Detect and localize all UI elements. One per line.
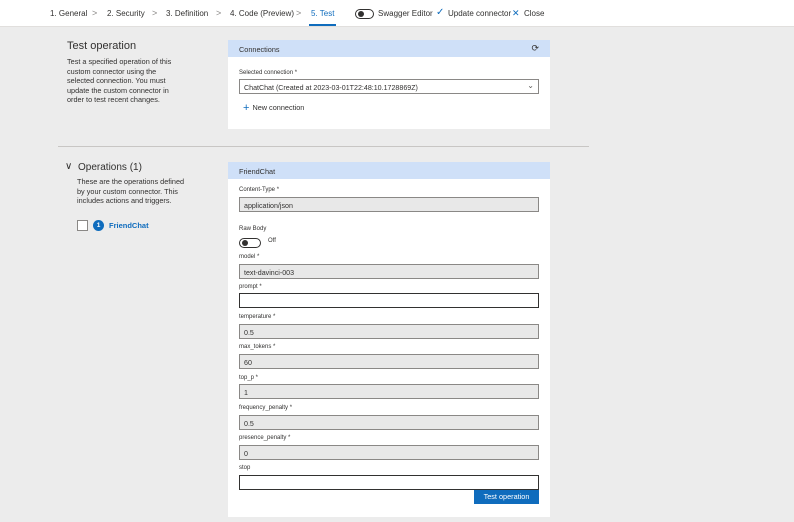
presence-penalty-label: presence_penalty * [239, 435, 291, 441]
test-operation-description: Test a specified operation of this custo… [67, 57, 172, 104]
top-p-label: top_p * [239, 375, 259, 381]
new-connection-button[interactable]: + New connection [243, 102, 304, 114]
close-icon[interactable]: ✕ [512, 8, 520, 19]
top-nav-bar: 1. General > 2. Security > 3. Definition… [0, 0, 794, 27]
active-step-indicator [309, 24, 336, 26]
connections-title: Connections [239, 45, 280, 54]
raw-body-label: Raw Body [239, 226, 267, 232]
operation-friendchat-link[interactable]: FriendChat [109, 221, 149, 230]
raw-body-state: Off [268, 238, 276, 244]
collapse-operations-chevron-icon[interactable]: ∨ [65, 161, 72, 172]
test-operation-button[interactable]: Test operation [474, 490, 539, 504]
operation-checkbox[interactable] [77, 220, 88, 231]
chevron-right-icon: > [92, 8, 98, 18]
step-test[interactable]: 5. Test [311, 9, 334, 18]
close-button[interactable]: Close [524, 9, 544, 18]
prompt-label: prompt * [239, 284, 262, 290]
frequency-penalty-field[interactable]: 0.5 [239, 415, 539, 430]
temperature-field[interactable]: 0.5 [239, 324, 539, 339]
swagger-editor-label: Swagger Editor [378, 9, 433, 18]
operations-description: These are the operations defined by your… [77, 177, 185, 205]
operations-title: Operations (1) [78, 162, 142, 173]
max-tokens-label: max_tokens * [239, 344, 276, 350]
section-divider [58, 146, 589, 147]
connections-panel: Connections ⟳ Selected connection * Chat… [228, 40, 550, 129]
update-connector-button[interactable]: Update connector [448, 9, 511, 18]
new-connection-label: New connection [252, 103, 305, 112]
temperature-label: temperature * [239, 314, 276, 320]
top-p-field[interactable]: 1 [239, 384, 539, 399]
chevron-right-icon: > [216, 8, 222, 18]
frequency-penalty-label: frequency_penalty * [239, 405, 293, 411]
chevron-right-icon: > [296, 8, 302, 18]
check-icon: ✓ [436, 7, 445, 18]
model-label: model * [239, 254, 260, 260]
step-code-preview[interactable]: 4. Code (Preview) [230, 9, 294, 18]
refresh-icon[interactable]: ⟳ [531, 43, 539, 54]
friendchat-panel: FriendChat Content-Type * application/js… [228, 162, 550, 517]
step-general[interactable]: 1. General [50, 9, 87, 18]
operation-number-badge: 1 [93, 220, 104, 231]
step-security[interactable]: 2. Security [107, 9, 145, 18]
friendchat-header: FriendChat [228, 162, 550, 179]
selected-connection-dropdown[interactable]: ChatChat (Created at 2023-03-01T22:48:10… [239, 79, 539, 94]
chevron-down-icon: ⌄ [527, 81, 534, 90]
toggle-knob [358, 11, 364, 17]
swagger-editor-toggle[interactable] [355, 9, 374, 19]
friendchat-title: FriendChat [239, 167, 276, 176]
step-definition[interactable]: 3. Definition [166, 9, 208, 18]
prompt-field[interactable] [239, 293, 539, 308]
content-type-field[interactable]: application/json [239, 197, 539, 212]
plus-icon: + [243, 102, 250, 114]
max-tokens-field[interactable]: 60 [239, 354, 539, 369]
content-type-label: Content-Type * [239, 187, 280, 193]
model-field[interactable]: text-davinci-003 [239, 264, 539, 279]
selected-connection-label: Selected connection * [239, 70, 298, 76]
test-operation-title: Test operation [67, 40, 137, 52]
connections-header: Connections ⟳ [228, 40, 550, 57]
presence-penalty-field[interactable]: 0 [239, 445, 539, 460]
chevron-right-icon: > [152, 8, 158, 18]
stop-field[interactable] [239, 475, 539, 490]
selected-connection-value: ChatChat (Created at 2023-03-01T22:48:10… [244, 83, 418, 92]
toggle-knob [242, 240, 248, 246]
raw-body-toggle[interactable] [239, 238, 261, 248]
stop-label: stop [239, 465, 251, 471]
